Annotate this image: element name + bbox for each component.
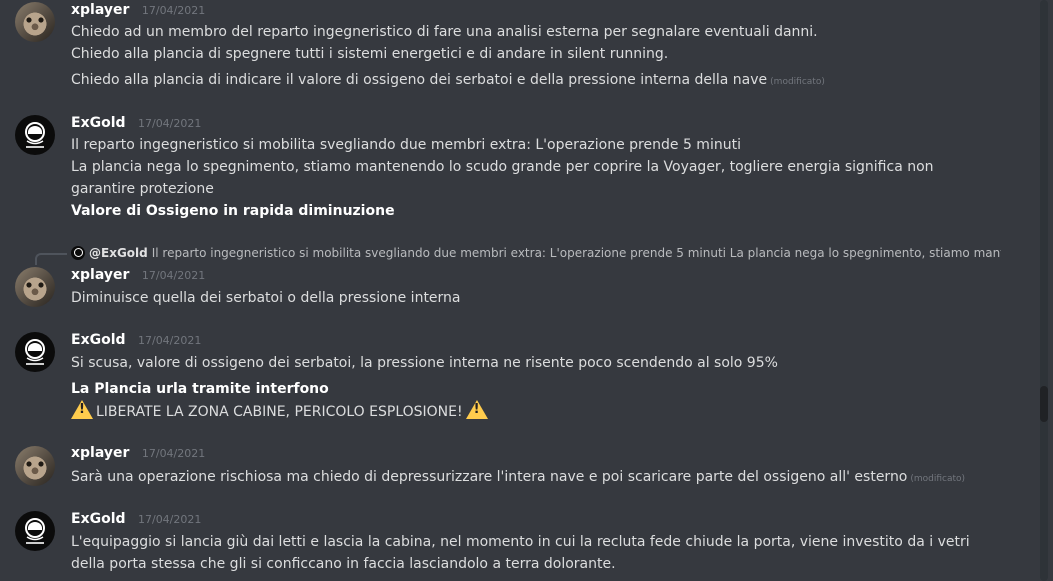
message-text: Chiedo alla plancia di indicare il valor… bbox=[71, 69, 1026, 93]
scrollbar-thumb[interactable] bbox=[1040, 386, 1048, 422]
message-text-content: Sarà una operazione rischiosa ma chiedo … bbox=[71, 469, 908, 485]
message-text-bold: La Plancia urla tramite interfono bbox=[71, 381, 329, 397]
timestamp: 17/04/2021 bbox=[137, 334, 202, 347]
astronaut-logo-icon bbox=[25, 518, 45, 544]
reply-preview[interactable]: @ExGold Il reparto ingegneristico si mobi… bbox=[71, 243, 1001, 263]
message-text: Chiedo ad un membro del reparto ingegner… bbox=[71, 24, 818, 40]
warning-icon bbox=[71, 400, 93, 419]
edited-label: (modificato) bbox=[770, 77, 825, 87]
message-text: Il reparto ingegneristico si mobilita sv… bbox=[71, 137, 741, 153]
timestamp: 17/04/2021 bbox=[137, 117, 202, 130]
chat-message-list: xplayer 17/04/2021 Chiedo ad un membro d… bbox=[0, 0, 1036, 581]
username[interactable]: ExGold bbox=[71, 511, 126, 527]
timestamp: 17/04/2021 bbox=[137, 513, 202, 526]
username[interactable]: ExGold bbox=[71, 332, 126, 348]
message-text: La plancia nega lo spegnimento, stiamo m… bbox=[71, 159, 934, 197]
message-header: ExGold 17/04/2021 bbox=[71, 332, 201, 352]
message-text-bold: Valore di Ossigeno in rapida diminuzione bbox=[71, 203, 395, 219]
reply-text: Il reparto ingegneristico si mobilita sv… bbox=[151, 246, 1001, 260]
username[interactable]: ExGold bbox=[71, 115, 126, 131]
message-header: xplayer 17/04/2021 bbox=[71, 267, 205, 287]
scrollbar-track[interactable] bbox=[1040, 0, 1048, 581]
message-text: Sarà una operazione rischiosa ma chiedo … bbox=[71, 466, 1026, 490]
message-text: LIBERATE LA ZONA CABINE, PERICOLO ESPLOS… bbox=[71, 400, 1026, 423]
message-text: Si scusa, valore di ossigeno dei serbato… bbox=[71, 355, 778, 371]
user-avatar[interactable] bbox=[15, 332, 55, 372]
username[interactable]: xplayer bbox=[71, 445, 129, 461]
message-header: ExGold 17/04/2021 bbox=[71, 511, 201, 531]
astronaut-logo-icon bbox=[25, 339, 45, 365]
scrollbar[interactable] bbox=[1036, 0, 1053, 581]
timestamp: 17/04/2021 bbox=[141, 4, 206, 17]
message-header: ExGold 17/04/2021 bbox=[71, 115, 201, 135]
timestamp: 17/04/2021 bbox=[141, 447, 206, 460]
message-text: L'equipaggio si lancia giù dai letti e l… bbox=[71, 534, 970, 572]
message-text: Diminuisce quella dei serbatoi o della p… bbox=[71, 290, 461, 306]
reply-connector bbox=[35, 253, 67, 265]
user-avatar[interactable] bbox=[15, 2, 55, 42]
user-avatar[interactable] bbox=[15, 115, 55, 155]
warning-icon bbox=[465, 400, 488, 419]
reply-username[interactable]: @ExGold bbox=[89, 246, 148, 260]
message-header: xplayer 17/04/2021 bbox=[71, 445, 205, 465]
reply-avatar-icon bbox=[71, 246, 85, 260]
user-avatar[interactable] bbox=[15, 511, 55, 551]
message-header: xplayer 17/04/2021 bbox=[71, 2, 205, 22]
message-text-content: LIBERATE LA ZONA CABINE, PERICOLO ESPLOS… bbox=[96, 404, 463, 420]
edited-label: (modificato) bbox=[910, 474, 966, 484]
message-text: Chiedo alla plancia di spegnere tutti i … bbox=[71, 46, 669, 62]
user-avatar[interactable] bbox=[15, 267, 55, 307]
timestamp: 17/04/2021 bbox=[141, 269, 206, 282]
username[interactable]: xplayer bbox=[71, 2, 129, 18]
user-avatar[interactable] bbox=[15, 446, 55, 486]
astronaut-logo-icon bbox=[25, 122, 45, 148]
message-text-content: Chiedo alla plancia di indicare il valor… bbox=[71, 72, 768, 88]
username[interactable]: xplayer bbox=[71, 267, 129, 283]
